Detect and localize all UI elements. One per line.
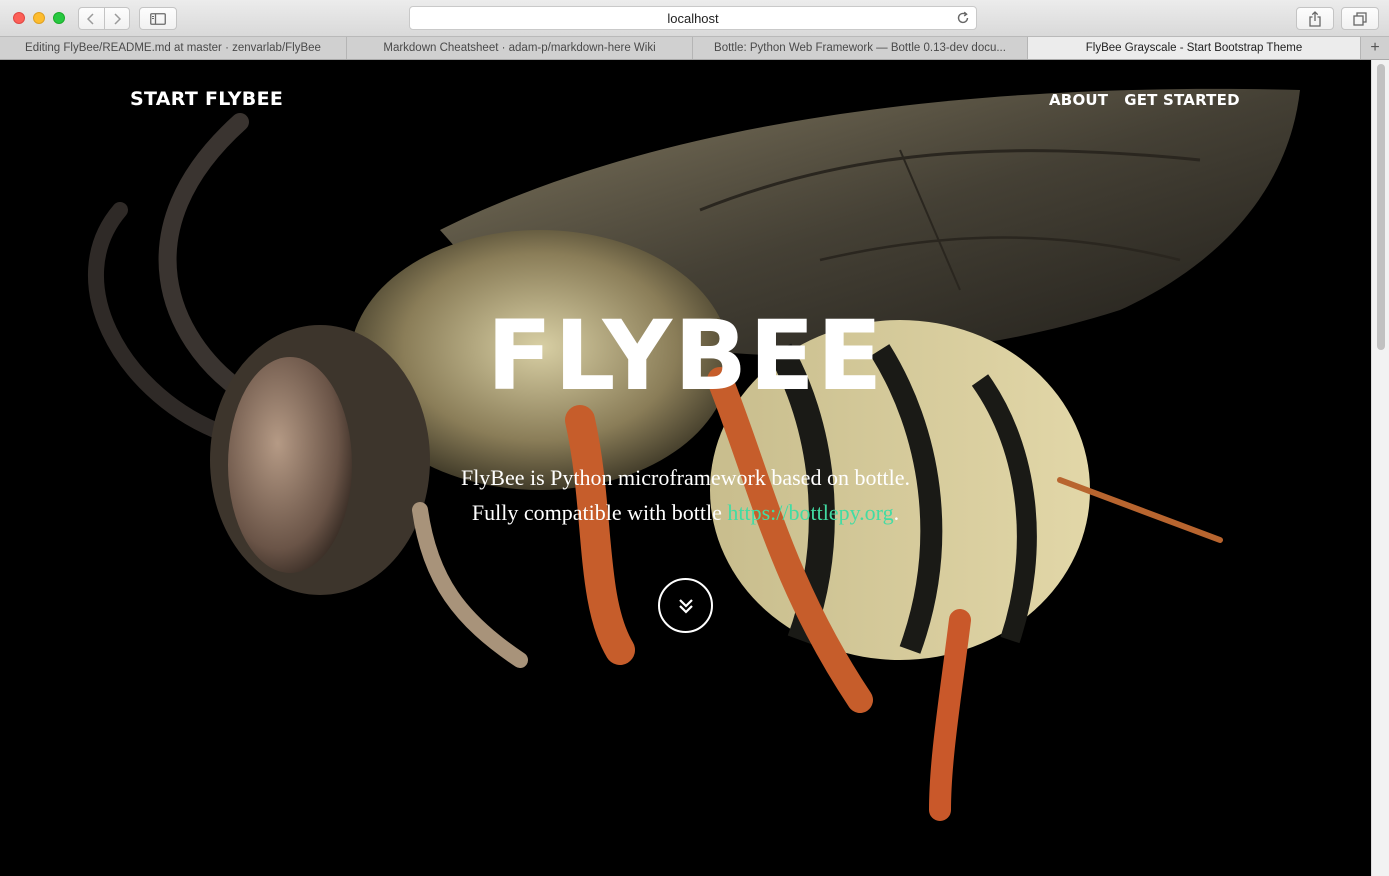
vertical-scrollbar[interactable] (1371, 60, 1389, 876)
address-text: localhost (667, 10, 719, 26)
nav-get-started[interactable]: GET STARTED (1124, 91, 1240, 109)
browser-toolbar: localhost (0, 0, 1389, 37)
back-button[interactable] (79, 8, 105, 29)
chevron-left-icon (87, 12, 94, 25)
share-icon (1309, 10, 1321, 27)
tab-title: Bottle: Python Web Framework — Bottle 0.… (714, 42, 1006, 54)
scrollbar-thumb[interactable] (1377, 64, 1385, 350)
browser-tab[interactable]: Markdown Cheatsheet · adam-p/markdown-he… (347, 37, 693, 59)
tab-title: Markdown Cheatsheet · adam-p/markdown-he… (383, 42, 656, 54)
history-navigation (78, 7, 130, 30)
intro-line-2-prefix: Fully compatible with bottle (471, 500, 728, 525)
window-zoom-button[interactable] (53, 12, 65, 24)
address-bar[interactable]: localhost (409, 6, 977, 30)
browser-tab-active[interactable]: FlyBee Grayscale - Start Bootstrap Theme (1028, 37, 1361, 59)
forward-button[interactable] (105, 8, 130, 29)
intro-text: FlyBee is Python microframework based on… (0, 460, 1371, 530)
sidebar-toggle-button[interactable] (139, 7, 177, 30)
tab-bar: Editing FlyBee/README.md at master · zen… (0, 37, 1389, 60)
window-close-button[interactable] (13, 12, 25, 24)
window-minimize-button[interactable] (33, 12, 45, 24)
page-viewport: START FLYBEE ABOUT GET STARTED FLYBEE Fl… (0, 60, 1371, 876)
tab-title: FlyBee Grayscale - Start Bootstrap Theme (1085, 42, 1303, 54)
scroll-down-button[interactable] (658, 578, 713, 633)
tab-title: Editing FlyBee/README.md at master · zen… (25, 42, 321, 54)
intro-line-2-suffix: . (893, 500, 900, 525)
share-button[interactable] (1296, 7, 1334, 30)
top-nav: ABOUT GET STARTED (1049, 91, 1240, 109)
reload-button[interactable] (956, 11, 970, 28)
browser-tab[interactable]: Editing FlyBee/README.md at master · zen… (0, 37, 347, 59)
new-tab-button[interactable]: + (1361, 37, 1389, 59)
chevron-right-icon (114, 12, 121, 25)
nav-about[interactable]: ABOUT (1049, 91, 1108, 109)
sidebar-icon (150, 12, 166, 25)
intro-line-2: Fully compatible with bottle https://bot… (0, 495, 1371, 530)
intro-line-1: FlyBee is Python microframework based on… (460, 465, 911, 490)
tabs-overview-icon (1353, 11, 1367, 26)
double-chevron-down-icon (678, 598, 693, 614)
tab-overview-button[interactable] (1341, 7, 1379, 30)
brand-link[interactable]: START FLYBEE (130, 88, 283, 110)
bottlepy-link[interactable]: https://bottlepy.org (727, 500, 893, 525)
browser-tab[interactable]: Bottle: Python Web Framework — Bottle 0.… (693, 37, 1028, 59)
plus-icon: + (1370, 39, 1380, 56)
hero-title: FLYBEE (486, 300, 885, 412)
reload-icon (957, 11, 969, 24)
